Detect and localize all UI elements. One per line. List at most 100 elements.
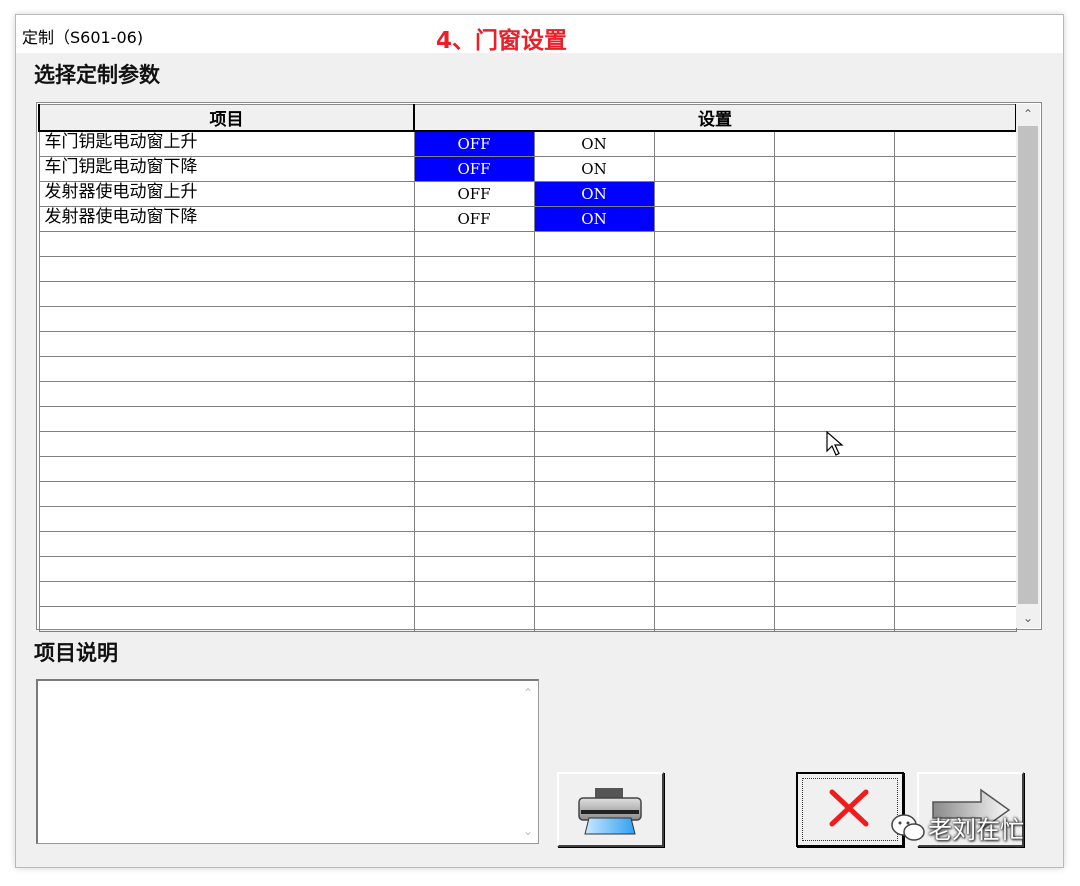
setting-cell[interactable] bbox=[653, 355, 775, 382]
item-cell[interactable] bbox=[38, 230, 415, 257]
setting-cell[interactable] bbox=[533, 405, 655, 432]
setting-cell[interactable] bbox=[653, 305, 775, 332]
setting-cell[interactable] bbox=[653, 605, 775, 632]
table-row[interactable] bbox=[38, 430, 1017, 457]
setting-cell[interactable] bbox=[893, 405, 1017, 432]
setting-cell[interactable] bbox=[893, 130, 1017, 157]
description-textbox[interactable]: ⌃ ⌄ bbox=[36, 679, 539, 844]
item-cell[interactable]: 发射器使电动窗上升 bbox=[38, 180, 415, 207]
setting-cell[interactable] bbox=[893, 255, 1017, 282]
scroll-up-icon[interactable]: ⌃ bbox=[518, 683, 538, 703]
item-cell[interactable] bbox=[38, 455, 415, 482]
column-header-setting[interactable]: 设置 bbox=[412, 104, 1018, 132]
setting-cell[interactable] bbox=[413, 330, 535, 357]
scrollbar-thumb[interactable] bbox=[1018, 126, 1038, 604]
setting-cell[interactable] bbox=[773, 305, 895, 332]
table-row[interactable] bbox=[38, 330, 1017, 357]
setting-cell[interactable] bbox=[533, 480, 655, 507]
scroll-down-icon[interactable]: ⌄ bbox=[518, 821, 538, 841]
setting-cell[interactable] bbox=[653, 480, 775, 507]
setting-cell[interactable]: OFF bbox=[413, 130, 535, 157]
setting-cell[interactable] bbox=[533, 530, 655, 557]
setting-cell[interactable] bbox=[413, 355, 535, 382]
setting-cell[interactable] bbox=[413, 280, 535, 307]
table-row[interactable] bbox=[38, 455, 1017, 482]
setting-cell[interactable] bbox=[413, 255, 535, 282]
setting-cell[interactable] bbox=[413, 455, 535, 482]
setting-cell[interactable] bbox=[773, 530, 895, 557]
setting-cell[interactable] bbox=[893, 305, 1017, 332]
setting-cell[interactable] bbox=[533, 430, 655, 457]
cancel-button[interactable] bbox=[796, 772, 904, 847]
setting-cell[interactable] bbox=[773, 180, 895, 207]
setting-cell[interactable] bbox=[653, 405, 775, 432]
item-cell[interactable] bbox=[38, 530, 415, 557]
print-button[interactable] bbox=[557, 772, 664, 847]
setting-cell[interactable] bbox=[773, 230, 895, 257]
setting-cell[interactable] bbox=[533, 230, 655, 257]
setting-cell[interactable] bbox=[653, 505, 775, 532]
item-cell[interactable] bbox=[38, 305, 415, 332]
table-row[interactable] bbox=[38, 530, 1017, 557]
table-row[interactable] bbox=[38, 305, 1017, 332]
item-cell[interactable] bbox=[38, 430, 415, 457]
setting-cell[interactable] bbox=[533, 380, 655, 407]
setting-cell[interactable]: OFF bbox=[413, 180, 535, 207]
setting-cell[interactable] bbox=[893, 605, 1017, 632]
setting-cell[interactable] bbox=[413, 580, 535, 607]
setting-cell[interactable] bbox=[653, 155, 775, 182]
item-cell[interactable]: 车门钥匙电动窗下降 bbox=[38, 155, 415, 182]
item-cell[interactable] bbox=[38, 605, 415, 632]
setting-cell[interactable] bbox=[413, 305, 535, 332]
item-cell[interactable] bbox=[38, 580, 415, 607]
item-cell[interactable] bbox=[38, 255, 415, 282]
column-header-item[interactable]: 项目 bbox=[38, 104, 415, 132]
item-cell[interactable] bbox=[38, 280, 415, 307]
setting-cell[interactable] bbox=[893, 480, 1017, 507]
setting-cell[interactable] bbox=[413, 380, 535, 407]
setting-cell[interactable]: OFF bbox=[413, 205, 535, 232]
table-row[interactable] bbox=[38, 480, 1017, 507]
setting-cell[interactable] bbox=[533, 580, 655, 607]
setting-cell[interactable] bbox=[413, 555, 535, 582]
setting-cell[interactable] bbox=[893, 330, 1017, 357]
setting-cell[interactable] bbox=[773, 155, 895, 182]
setting-cell[interactable] bbox=[653, 555, 775, 582]
setting-cell[interactable] bbox=[773, 280, 895, 307]
setting-cell[interactable] bbox=[653, 180, 775, 207]
item-cell[interactable] bbox=[38, 480, 415, 507]
item-cell[interactable] bbox=[38, 380, 415, 407]
setting-cell[interactable] bbox=[893, 230, 1017, 257]
setting-cell[interactable] bbox=[413, 405, 535, 432]
table-row[interactable] bbox=[38, 605, 1017, 632]
table-row[interactable] bbox=[38, 405, 1017, 432]
setting-cell[interactable] bbox=[653, 280, 775, 307]
setting-cell[interactable] bbox=[773, 555, 895, 582]
setting-cell[interactable] bbox=[653, 455, 775, 482]
setting-cell[interactable]: OFF bbox=[413, 155, 535, 182]
item-cell[interactable]: 车门钥匙电动窗上升 bbox=[38, 130, 415, 157]
setting-cell[interactable] bbox=[533, 605, 655, 632]
setting-cell[interactable] bbox=[893, 530, 1017, 557]
item-cell[interactable] bbox=[38, 505, 415, 532]
setting-cell[interactable] bbox=[773, 255, 895, 282]
table-row[interactable] bbox=[38, 355, 1017, 382]
setting-cell[interactable] bbox=[653, 330, 775, 357]
scroll-down-icon[interactable]: ⌄ bbox=[1016, 608, 1040, 628]
table-row[interactable] bbox=[38, 555, 1017, 582]
setting-cell[interactable] bbox=[773, 355, 895, 382]
item-cell[interactable] bbox=[38, 555, 415, 582]
setting-cell[interactable] bbox=[413, 530, 535, 557]
scroll-up-icon[interactable]: ⌃ bbox=[1016, 104, 1040, 124]
item-cell[interactable] bbox=[38, 330, 415, 357]
setting-cell[interactable] bbox=[653, 230, 775, 257]
setting-cell[interactable] bbox=[413, 505, 535, 532]
setting-cell[interactable] bbox=[893, 580, 1017, 607]
setting-cell[interactable] bbox=[893, 355, 1017, 382]
setting-cell[interactable] bbox=[773, 205, 895, 232]
setting-cell[interactable] bbox=[653, 255, 775, 282]
setting-cell[interactable] bbox=[533, 330, 655, 357]
setting-cell[interactable] bbox=[413, 230, 535, 257]
setting-cell[interactable] bbox=[533, 555, 655, 582]
setting-cell[interactable] bbox=[893, 205, 1017, 232]
